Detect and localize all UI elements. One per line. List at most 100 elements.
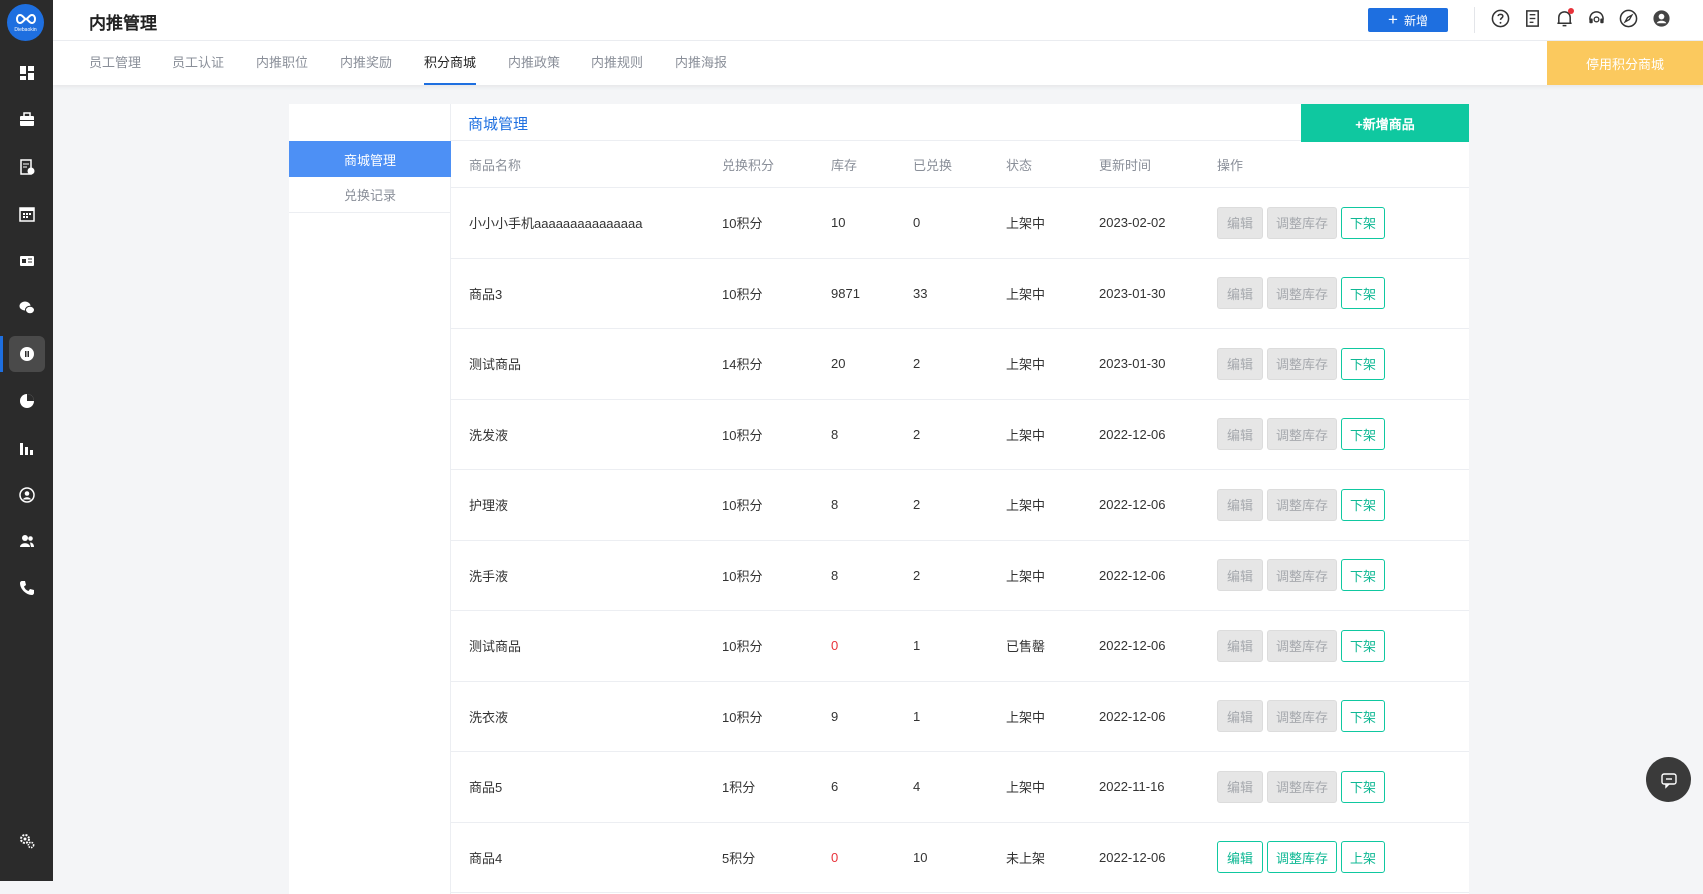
app-logo[interactable]: Diebaokin [7, 4, 44, 41]
chat-button[interactable] [1646, 757, 1691, 802]
edit-button[interactable]: 编辑 [1217, 841, 1263, 874]
exchange-points: 14积分 [722, 357, 763, 373]
subnav-item-exchange-records[interactable]: 兑换记录 [289, 177, 451, 213]
sidebar-item-phone[interactable] [0, 568, 53, 608]
take-off-shelf-button[interactable]: 下架 [1341, 206, 1385, 239]
sidebar-item-resumes[interactable] [0, 147, 53, 187]
table-header: 商品名称 兑换积分 库存 已兑换 状态 更新时间 操作 [451, 141, 1469, 188]
take-off-shelf-button[interactable]: 下架 [1341, 700, 1385, 733]
take-off-shelf-button[interactable]: 下架 [1341, 770, 1385, 803]
edit-button[interactable]: 编辑 [1217, 629, 1263, 662]
tab-referral-policy[interactable]: 内推政策 [508, 41, 560, 85]
updated-time: 2022-12-06 [1099, 426, 1166, 442]
account-button[interactable] [1650, 7, 1672, 29]
adjust-stock-button[interactable]: 调整库存 [1267, 277, 1337, 310]
adjust-stock-button[interactable]: 调整库存 [1267, 700, 1337, 733]
list-on-shelf-button[interactable]: 上架 [1341, 841, 1385, 874]
sidebar-item-referral[interactable] [0, 334, 53, 374]
sidebar-item-profile[interactable] [0, 475, 53, 515]
adjust-stock-button[interactable]: 调整库存 [1267, 770, 1337, 803]
stock-value: 20 [831, 356, 846, 372]
adjust-stock-button[interactable]: 调整库存 [1267, 629, 1337, 662]
tab-employee-verification[interactable]: 员工认证 [172, 41, 224, 85]
sidebar-item-users[interactable] [0, 521, 53, 561]
edit-button[interactable]: 编辑 [1217, 700, 1263, 733]
take-off-shelf-button[interactable]: 下架 [1341, 418, 1385, 451]
product-name: 洗发液 [469, 427, 509, 443]
sidebar-item-calendar[interactable] [0, 194, 53, 234]
calendar-icon [18, 207, 35, 222]
notifications-button[interactable] [1553, 7, 1575, 29]
support-button[interactable] [1585, 7, 1607, 29]
take-off-shelf-button[interactable]: 下架 [1341, 488, 1385, 521]
sidebar-item-analytics[interactable] [0, 381, 53, 421]
tab-referral-posters[interactable]: 内推海报 [675, 41, 727, 85]
disable-points-mall-button[interactable]: 停用积分商城 [1547, 41, 1703, 85]
status-text: 上架中 [1006, 709, 1046, 725]
status-text: 上架中 [1006, 780, 1046, 796]
wechat-icon [19, 301, 35, 315]
stock-value: 0 [831, 638, 839, 654]
edit-button[interactable]: 编辑 [1217, 770, 1263, 803]
row-actions: 编辑 调整库存 下架 [1217, 188, 1385, 258]
status-text: 上架中 [1006, 498, 1046, 514]
tab-points-mall[interactable]: 积分商城 [424, 41, 477, 85]
take-off-shelf-button[interactable]: 下架 [1341, 347, 1385, 380]
sidebar-item-cards[interactable] [0, 241, 53, 281]
take-off-shelf-button[interactable]: 下架 [1341, 277, 1385, 310]
adjust-stock-button[interactable]: 调整库存 [1267, 488, 1337, 521]
briefcase-icon [19, 112, 34, 126]
help-icon [1491, 9, 1509, 27]
updated-time: 2023-01-30 [1099, 285, 1166, 301]
sidebar-item-jobs[interactable] [0, 100, 53, 140]
compass-button[interactable] [1617, 7, 1639, 29]
tab-referral-rewards[interactable]: 内推奖励 [340, 41, 392, 85]
exchanged-count: 2 [913, 497, 921, 513]
status-text: 上架中 [1006, 357, 1046, 373]
stock-value: 6 [831, 779, 839, 795]
tab-referral-positions[interactable]: 内推职位 [256, 41, 308, 85]
column-header-name: 商品名称 [469, 157, 522, 173]
status-text: 上架中 [1006, 286, 1046, 302]
tab-employee-management[interactable]: 员工管理 [89, 41, 141, 85]
edit-button[interactable]: 编辑 [1217, 347, 1263, 380]
product-name: 商品5 [469, 780, 503, 796]
stock-value: 9871 [831, 285, 860, 301]
edit-button[interactable]: 编辑 [1217, 488, 1263, 521]
adjust-stock-button[interactable]: 调整库存 [1267, 347, 1337, 380]
tab-referral-rules[interactable]: 内推规则 [591, 41, 643, 85]
product-name: 商品4 [469, 850, 503, 866]
add-product-button[interactable]: +新增商品 [1301, 104, 1469, 142]
row-actions: 编辑 调整库存 上架 [1217, 823, 1385, 893]
sidebar-item-settings[interactable] [0, 821, 53, 861]
edit-button[interactable]: 编辑 [1217, 559, 1263, 592]
adjust-stock-button[interactable]: 调整库存 [1267, 206, 1337, 239]
table-row: 洗衣液 10积分 9 1 上架中 2022-12-06 编辑 调整库存 下架 [451, 682, 1469, 752]
main-header: 商城管理 +新增商品 [451, 104, 1469, 142]
sidebar-item-reports[interactable] [0, 428, 53, 468]
subnav-item-mall-management[interactable]: 商城管理 [289, 141, 451, 177]
updated-time: 2023-01-30 [1099, 356, 1166, 372]
exchange-points: 5积分 [722, 850, 756, 866]
exchanged-count: 10 [913, 849, 928, 865]
edit-button[interactable]: 编辑 [1217, 277, 1263, 310]
take-off-shelf-button[interactable]: 下架 [1341, 559, 1385, 592]
take-off-shelf-button[interactable]: 下架 [1341, 629, 1385, 662]
sidebar-item-dashboard[interactable] [0, 53, 53, 93]
edit-button[interactable]: 编辑 [1217, 418, 1263, 451]
stock-value: 8 [831, 426, 839, 442]
table-row: 测试商品 10积分 0 1 已售罄 2022-12-06 编辑 调整库存 下架 [451, 611, 1469, 682]
product-name: 洗衣液 [469, 709, 509, 725]
column-header-points: 兑换积分 [722, 157, 775, 173]
new-button[interactable]: + 新增 [1368, 8, 1448, 32]
help-button[interactable] [1489, 7, 1511, 29]
user-icon [1652, 9, 1670, 27]
adjust-stock-button[interactable]: 调整库存 [1267, 841, 1337, 874]
stock-value: 9 [831, 708, 839, 724]
row-actions: 编辑 调整库存 下架 [1217, 259, 1385, 329]
sidebar-item-wechat[interactable] [0, 288, 53, 328]
edit-button[interactable]: 编辑 [1217, 206, 1263, 239]
adjust-stock-button[interactable]: 调整库存 [1267, 559, 1337, 592]
adjust-stock-button[interactable]: 调整库存 [1267, 418, 1337, 451]
documents-button[interactable] [1521, 7, 1543, 29]
